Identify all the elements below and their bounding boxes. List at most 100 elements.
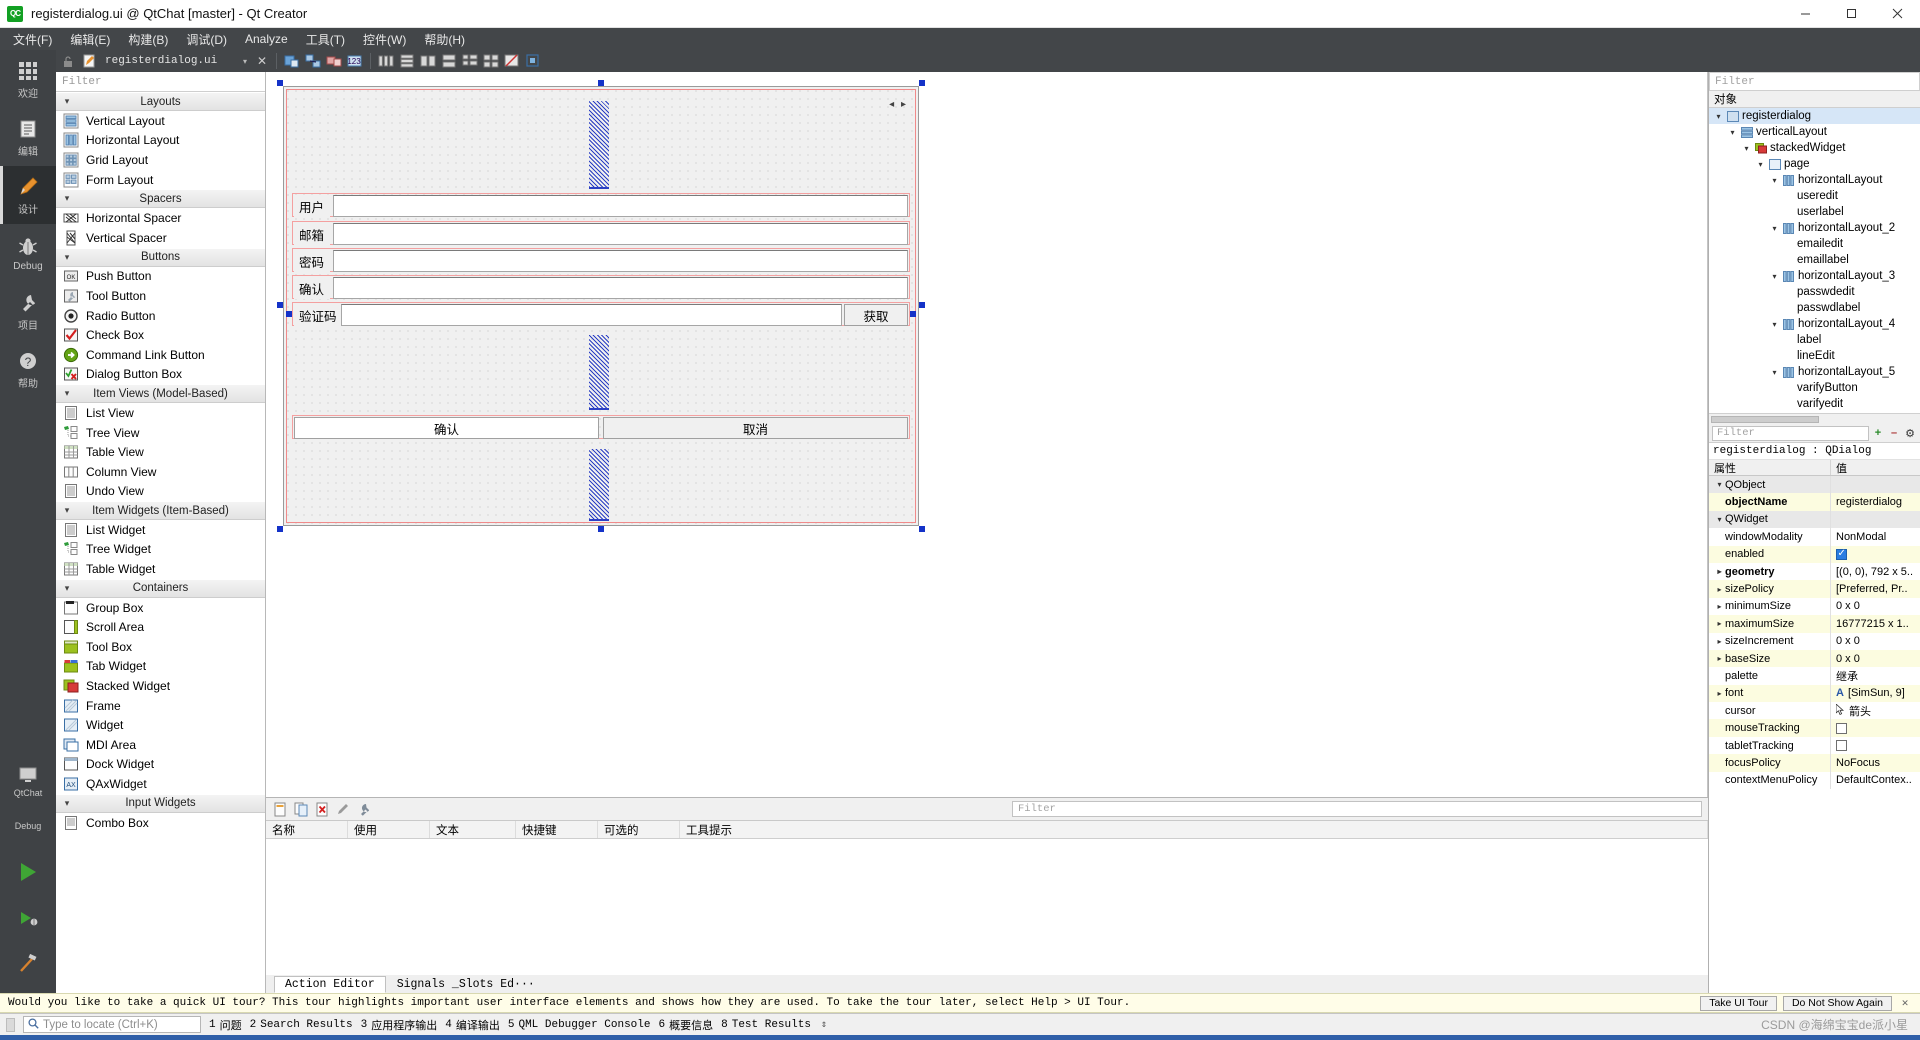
new-action-icon[interactable] xyxy=(272,801,289,818)
kit-selector-qtchat[interactable]: QtChat xyxy=(0,757,56,803)
user-lineedit[interactable] xyxy=(333,195,908,217)
property-row-geometry[interactable]: ▸ geometry [(0, 0), 792 x 5.. xyxy=(1709,562,1920,581)
tree-item-useredit[interactable]: useredit xyxy=(1709,188,1920,204)
chevron-right-icon[interactable]: ▸ xyxy=(1714,567,1725,576)
user-label[interactable]: 用户 xyxy=(294,195,330,217)
widget-item-vertical-spacer[interactable]: Vertical Spacer xyxy=(56,228,265,248)
status-item-search-results[interactable]: 2 Search Results xyxy=(250,1019,353,1031)
property-row-contextMenuPolicy[interactable]: contextMenuPolicy DefaultContex.. xyxy=(1709,771,1920,790)
col-text[interactable]: 文本 xyxy=(430,821,516,838)
widget-item-list-widget[interactable]: List Widget xyxy=(56,520,265,540)
widget-item-horizontal-spacer[interactable]: Horizontal Spacer xyxy=(56,208,265,228)
chevron-down-icon[interactable]: ▾ xyxy=(1741,144,1752,153)
tree-item-verticalLayout[interactable]: ▾ verticalLayout xyxy=(1709,124,1920,140)
property-value[interactable]: [SimSun, 9] xyxy=(1848,687,1905,699)
row-handle-right[interactable] xyxy=(910,311,916,317)
widget-group-layouts[interactable]: ▾ Layouts xyxy=(56,92,265,111)
form-row-varify[interactable]: 验证码 获取 xyxy=(292,302,910,326)
action-editor-filter[interactable]: Filter xyxy=(1012,801,1702,817)
widget-group-buttons[interactable]: ▾ Buttons xyxy=(56,247,265,267)
mouse-tracking-checkbox[interactable] xyxy=(1836,722,1847,734)
menu-debug[interactable]: 调试(D) xyxy=(177,29,236,50)
widget-group-item-views[interactable]: ▾ Item Views (Model-Based) xyxy=(56,384,265,404)
widget-item-push-button[interactable]: OK Push Button xyxy=(56,267,265,287)
property-row-minimumSize[interactable]: ▸ minimumSize 0 x 0 xyxy=(1709,597,1920,616)
edit-widgets-icon[interactable] xyxy=(283,52,301,70)
confirm-lineedit[interactable] xyxy=(333,277,908,299)
chevron-right-icon[interactable]: ▸ xyxy=(1714,585,1725,594)
menu-edit[interactable]: 编辑(E) xyxy=(61,29,119,50)
edit-signals-icon[interactable] xyxy=(304,52,322,70)
add-property-button[interactable]: + xyxy=(1871,426,1885,440)
open-file-combobox[interactable]: registerdialog.ui ▾ xyxy=(101,52,251,70)
property-row-objectName[interactable]: objectName registerdialog xyxy=(1709,493,1920,511)
tree-item-emailedit[interactable]: emailedit xyxy=(1709,236,1920,252)
varify-button[interactable]: 获取 xyxy=(844,304,908,326)
property-row-baseSize[interactable]: ▸ baseSize 0 x 0 xyxy=(1709,649,1920,668)
do-not-show-again-button[interactable]: Do Not Show Again xyxy=(1782,995,1892,1011)
object-inspector-hscrollbar[interactable] xyxy=(1709,413,1920,424)
chevron-down-icon[interactable]: ▾ xyxy=(1755,160,1766,169)
register-dialog-form[interactable]: ◂ ▸ 用户 邮箱 密码 确认 验证码 获取 确认 取消 xyxy=(283,86,919,526)
widget-item-tree-view[interactable]: Tree View xyxy=(56,423,265,443)
mode-projects[interactable]: 项目 xyxy=(0,282,56,340)
layout-splitter-v-icon[interactable] xyxy=(440,52,458,70)
widget-item-tree-widget[interactable]: Tree Widget xyxy=(56,540,265,560)
tab-action-editor[interactable]: Action Editor xyxy=(274,976,386,993)
configure-button[interactable]: ⚙ xyxy=(1903,426,1917,440)
status-item-app-output[interactable]: 3 应用程序输出 xyxy=(361,1017,438,1033)
widget-item-widget[interactable]: Widget xyxy=(56,715,265,735)
take-ui-tour-button[interactable]: Take UI Tour xyxy=(1700,995,1777,1011)
widget-item-table-widget[interactable]: Table Widget xyxy=(56,559,265,579)
mode-edit[interactable]: 编辑 xyxy=(0,108,56,166)
chevron-down-icon[interactable]: ▾ xyxy=(1714,515,1725,524)
locator-input[interactable]: Type to locate (Ctrl+K) xyxy=(23,1016,201,1033)
object-inspector-tree[interactable]: ▾ registerdialog ▾ verticalLayout ▾ stac… xyxy=(1709,108,1920,413)
property-group-qobject[interactable]: ▾ QObject xyxy=(1709,476,1920,494)
status-item-compile-output[interactable]: 4 编译输出 xyxy=(445,1017,500,1033)
property-value[interactable]: 继承 xyxy=(1831,667,1920,684)
action-editor-table[interactable]: 名称 使用 文本 快捷键 可选的 工具提示 xyxy=(266,820,1708,975)
tree-item-page[interactable]: ▾ page xyxy=(1709,156,1920,172)
lock-icon[interactable] xyxy=(59,52,77,70)
tree-item-horizontalLayout_3[interactable]: ▾ horizontalLayout_3 xyxy=(1709,268,1920,284)
form-row-confirm[interactable]: 确认 xyxy=(292,275,910,299)
property-row-enabled[interactable]: enabled xyxy=(1709,545,1920,563)
widget-item-frame[interactable]: Frame xyxy=(56,696,265,716)
property-value[interactable]: DefaultContex.. xyxy=(1831,772,1920,789)
property-row-windowModality[interactable]: windowModality NonModal xyxy=(1709,528,1920,546)
col-used[interactable]: 使用 xyxy=(348,821,430,838)
form-row-email[interactable]: 邮箱 xyxy=(292,221,910,245)
widget-item-radio-button[interactable]: Radio Button xyxy=(56,306,265,326)
output-pane-toggle-icon[interactable]: ⇕ xyxy=(821,1019,827,1031)
widget-item-mdi-area[interactable]: MDI Area xyxy=(56,735,265,755)
form-row-buttons[interactable]: 确认 取消 xyxy=(292,415,910,439)
layout-grid-icon[interactable] xyxy=(482,52,500,70)
status-item-general-messages[interactable]: 6 概要信息 xyxy=(659,1017,714,1033)
email-lineedit[interactable] xyxy=(333,223,908,245)
confirm-label[interactable]: 确认 xyxy=(294,277,330,299)
break-layout-icon[interactable] xyxy=(503,52,521,70)
close-file-icon[interactable]: ✕ xyxy=(254,54,270,68)
property-value-header[interactable]: 值 xyxy=(1831,460,1920,475)
property-value[interactable]: 0 x 0 xyxy=(1831,633,1920,650)
widget-item-table-view[interactable]: Table View xyxy=(56,442,265,462)
property-rows[interactable]: ▾ QObject objectName registerdialog ▾ QWid… xyxy=(1709,476,1920,993)
widget-group-input-widgets[interactable]: ▾ Input Widgets xyxy=(56,793,265,813)
widget-item-tool-button[interactable]: Tool Button xyxy=(56,286,265,306)
close-icon[interactable]: ✕ xyxy=(1898,996,1912,1011)
edit-buddies-icon[interactable] xyxy=(325,52,343,70)
property-row-sizeIncrement[interactable]: ▸ sizeIncrement 0 x 0 xyxy=(1709,632,1920,650)
chevron-right-icon[interactable]: ▸ xyxy=(1714,654,1725,663)
tab-signals-slots-editor[interactable]: Signals _Slots Ed··· xyxy=(385,976,546,993)
form-canvas[interactable]: ◂ ▸ 用户 邮箱 密码 确认 验证码 获取 确认 取消 xyxy=(266,72,1708,797)
widget-item-undo-view[interactable]: Undo View xyxy=(56,482,265,502)
chevron-right-icon[interactable]: ▸ xyxy=(1714,637,1725,646)
widget-item-list-view[interactable]: List View xyxy=(56,403,265,423)
tree-item-registerdialog[interactable]: ▾ registerdialog xyxy=(1709,108,1920,124)
menu-build[interactable]: 构建(B) xyxy=(119,29,177,50)
property-value[interactable]: 0 x 0 xyxy=(1831,598,1920,615)
adjust-size-icon[interactable] xyxy=(524,52,542,70)
form-row-password[interactable]: 密码 xyxy=(292,248,910,272)
minimize-button[interactable] xyxy=(1782,0,1828,28)
